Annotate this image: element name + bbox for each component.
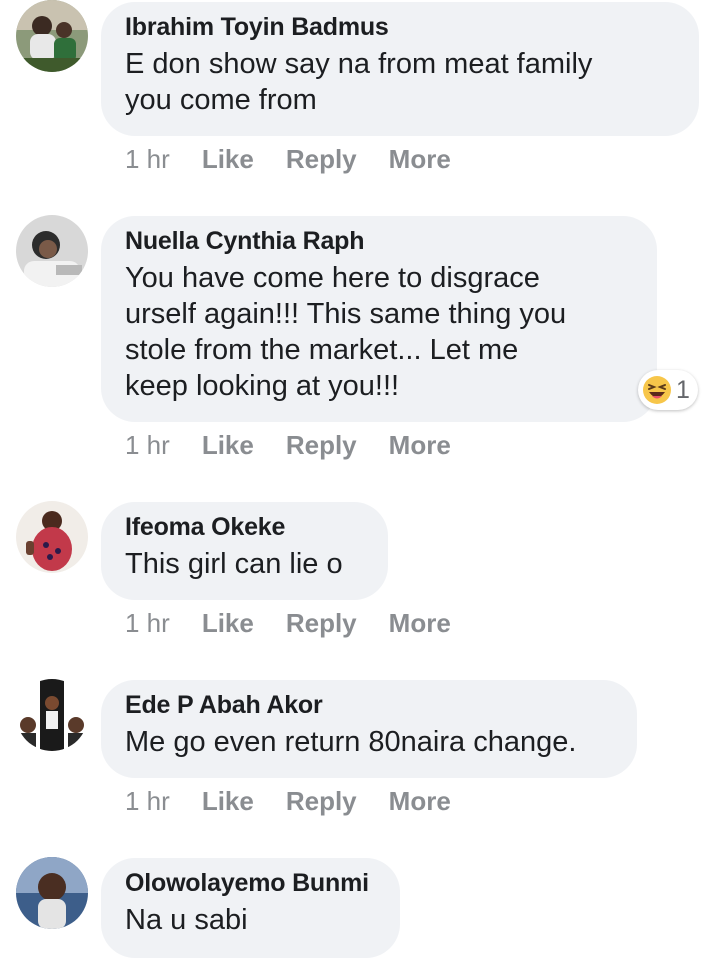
comment-actions: 1 hr Like Reply More xyxy=(125,144,483,174)
more-button[interactable]: More xyxy=(389,786,451,816)
comment-time[interactable]: 1 hr xyxy=(125,430,170,460)
reply-button[interactable]: Reply xyxy=(286,144,357,174)
more-button[interactable]: More xyxy=(389,608,451,638)
reaction-count: 1 xyxy=(676,375,690,404)
like-button[interactable]: Like xyxy=(202,786,254,816)
comment-text: This girl can lie o xyxy=(125,548,343,580)
reply-button[interactable]: Reply xyxy=(286,430,357,460)
comment-bubble: Ede P Abah Akor Me go even return 80nair… xyxy=(101,680,637,778)
comment-bubble: Ifeoma Okeke This girl can lie o xyxy=(101,502,388,600)
comment-bubble: Olowolayemo Bunmi Na u sabi xyxy=(101,858,400,958)
comment-text: E don show say na from meat family you c… xyxy=(125,48,593,116)
reaction-badge[interactable]: 1 xyxy=(638,370,698,410)
comment-actions: 1 hr Like Reply More xyxy=(125,608,483,638)
comment-text: You have come here to disgrace urself ag… xyxy=(125,262,567,402)
comment-bubble: Ibrahim Toyin Badmus E don show say na f… xyxy=(101,2,699,136)
comment-bubble: Nuella Cynthia Raph You have come here t… xyxy=(101,216,657,422)
laughing-emoji-icon xyxy=(643,376,671,404)
avatar[interactable] xyxy=(16,0,88,72)
comment-author[interactable]: Ede P Abah Akor xyxy=(125,690,613,720)
like-button[interactable]: Like xyxy=(202,430,254,460)
comment-actions: 1 hr Like Reply More xyxy=(125,430,483,460)
comment-time[interactable]: 1 hr xyxy=(125,608,170,638)
avatar[interactable] xyxy=(16,501,88,573)
more-button[interactable]: More xyxy=(389,144,451,174)
comment-actions: 1 hr Like Reply More xyxy=(125,786,483,816)
like-button[interactable]: Like xyxy=(202,144,254,174)
avatar[interactable] xyxy=(16,857,88,929)
comment-time[interactable]: 1 hr xyxy=(125,786,170,816)
comment-author[interactable]: Nuella Cynthia Raph xyxy=(125,226,633,256)
comment-author[interactable]: Olowolayemo Bunmi xyxy=(125,868,376,898)
comment-time[interactable]: 1 hr xyxy=(125,144,170,174)
like-button[interactable]: Like xyxy=(202,608,254,638)
comment-text: Me go even return 80naira change. xyxy=(125,726,577,758)
comment-text: Na u sabi xyxy=(125,904,248,936)
reply-button[interactable]: Reply xyxy=(286,786,357,816)
avatar[interactable] xyxy=(16,679,88,751)
more-button[interactable]: More xyxy=(389,430,451,460)
comment-author[interactable]: Ibrahim Toyin Badmus xyxy=(125,12,675,42)
comment-author[interactable]: Ifeoma Okeke xyxy=(125,512,364,542)
reply-button[interactable]: Reply xyxy=(286,608,357,638)
avatar[interactable] xyxy=(16,215,88,287)
